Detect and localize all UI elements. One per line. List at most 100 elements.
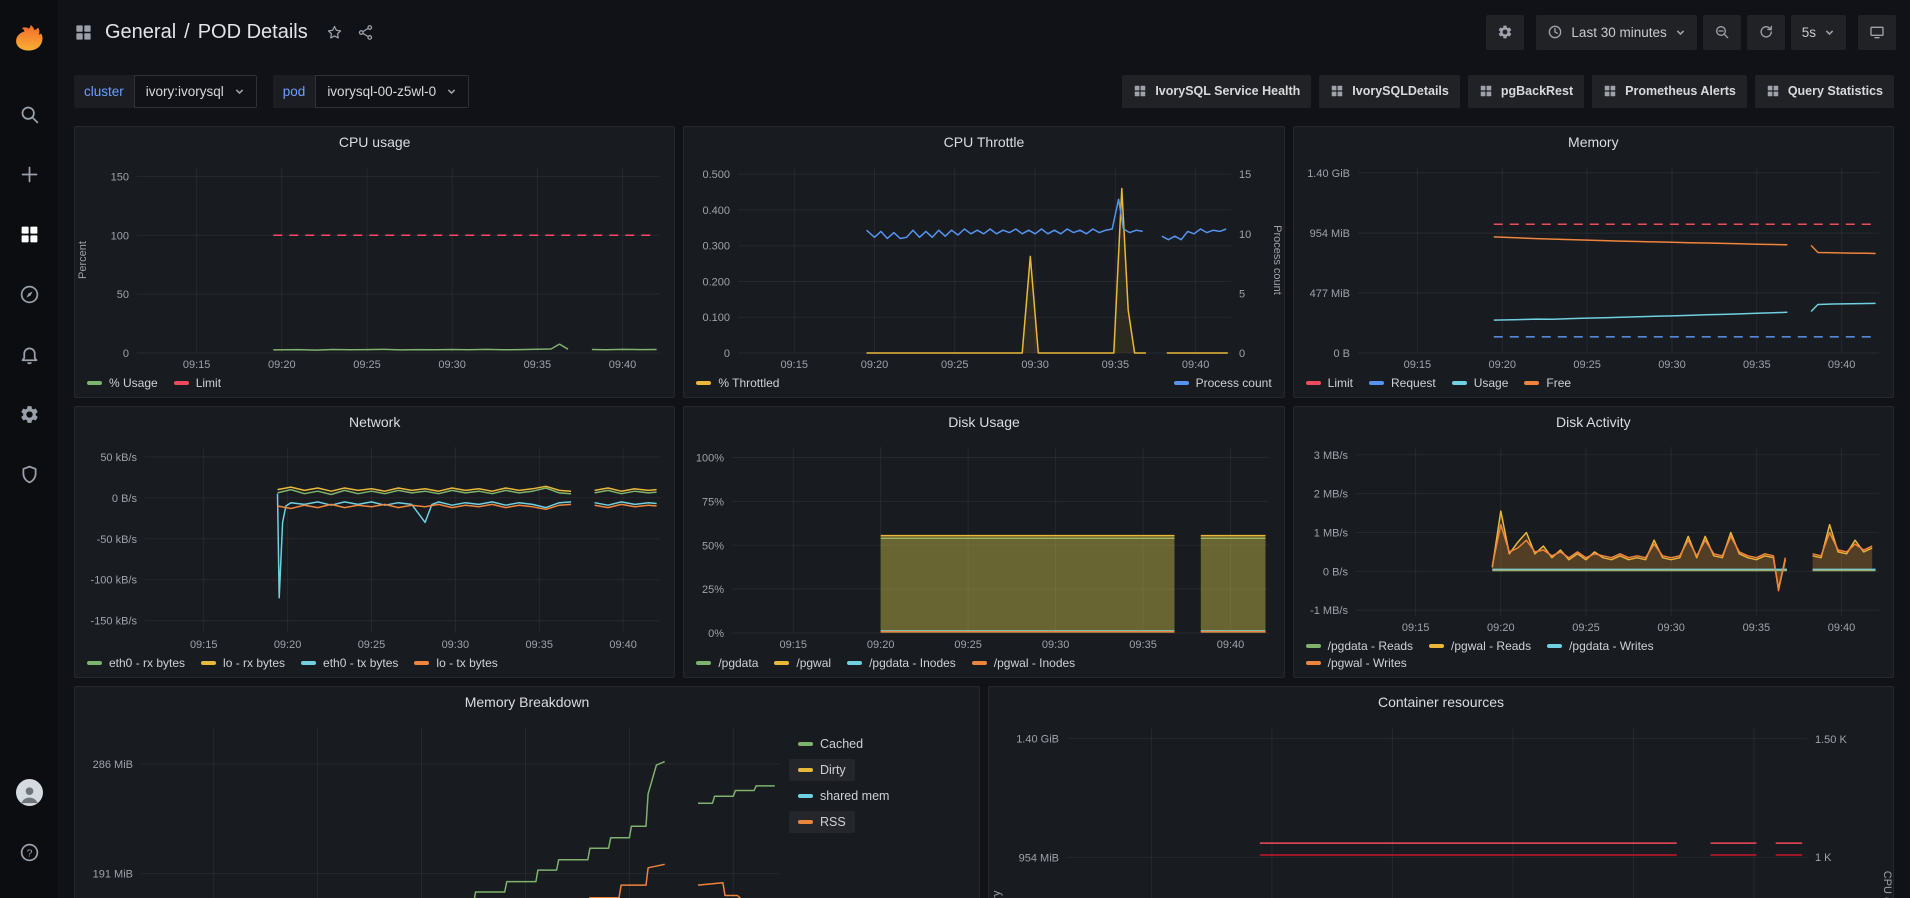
- panel-title[interactable]: Disk Usage: [684, 407, 1283, 437]
- link-ivorysqldetails[interactable]: IvorySQLDetails: [1319, 75, 1460, 108]
- variable-pod-value[interactable]: ivorysql-00-z5wl-0: [315, 75, 469, 108]
- panel-title[interactable]: CPU Throttle: [684, 127, 1283, 157]
- legend-item-process-count[interactable]: Process count: [1174, 376, 1272, 390]
- side-menu: ?: [0, 0, 58, 898]
- legend-item--throttled[interactable]: % Throttled: [696, 376, 779, 390]
- zoom-out-icon: [1714, 24, 1730, 40]
- star-icon[interactable]: [326, 24, 343, 41]
- gear-icon: [1497, 24, 1513, 40]
- legend-item-eth0-rx-bytes[interactable]: eth0 - rx bytes: [87, 656, 185, 670]
- refresh-button[interactable]: [1747, 15, 1785, 50]
- time-series-graph[interactable]: 09:1509:2009:2509:3009:3509:400 B95.4 Mi…: [75, 717, 789, 898]
- panel-cpu-throttle: CPU Throttle 09:1509:2009:2509:3009:3509…: [683, 126, 1284, 398]
- legend-item--pgwal-reads[interactable]: /pgwal - Reads: [1429, 639, 1531, 653]
- series-color-swatch: [1306, 381, 1321, 385]
- svg-text:09:35: 09:35: [525, 639, 553, 651]
- legend-item-eth0-tx-bytes[interactable]: eth0 - tx bytes: [301, 656, 398, 670]
- series-color-swatch: [1306, 644, 1321, 648]
- legend-item-dirty[interactable]: Dirty: [789, 759, 855, 781]
- svg-text:5: 5: [1239, 288, 1245, 300]
- refresh-interval-picker[interactable]: 5s: [1791, 15, 1846, 50]
- legend-item--usage[interactable]: % Usage: [87, 376, 158, 390]
- legend-item-usage[interactable]: Usage: [1452, 376, 1509, 390]
- series-color-swatch: [1547, 644, 1562, 648]
- link-label: Query Statistics: [1788, 84, 1883, 98]
- time-series-graph[interactable]: 09:1509:2009:2509:3009:3509:4050 kB/s0 B…: [75, 437, 674, 654]
- legend-item--pgwal[interactable]: /pgwal: [774, 656, 831, 670]
- legend-item-shared-mem[interactable]: shared mem: [789, 785, 898, 807]
- legend-item-lo-rx-bytes[interactable]: lo - rx bytes: [201, 656, 285, 670]
- time-range-picker[interactable]: Last 30 minutes: [1536, 15, 1696, 50]
- svg-text:50 kB/s: 50 kB/s: [100, 452, 137, 464]
- legend-label: Limit: [196, 376, 221, 390]
- dashboard-settings-button[interactable]: [1486, 15, 1524, 50]
- variable-cluster-label: cluster: [74, 75, 134, 108]
- search-icon[interactable]: [0, 84, 58, 144]
- zoom-out-button[interactable]: [1703, 15, 1741, 50]
- svg-text:Process count: Process count: [1271, 225, 1283, 295]
- legend-label: Free: [1546, 376, 1571, 390]
- time-series-graph[interactable]: 09:1509:2009:2509:3009:3509:400%25%50%75…: [684, 437, 1283, 654]
- svg-text:1.50 K: 1.50 K: [1815, 734, 1847, 746]
- time-series-graph[interactable]: 09:1509:2009:2509:3009:3509:400 B477 MiB…: [989, 717, 1893, 898]
- svg-text:0: 0: [724, 348, 730, 360]
- help-icon[interactable]: ?: [0, 822, 58, 882]
- time-range-label: Last 30 minutes: [1571, 25, 1666, 40]
- legend-item-lo-tx-bytes[interactable]: lo - tx bytes: [414, 656, 497, 670]
- legend-item--pgwal-inodes[interactable]: /pgwal - Inodes: [972, 656, 1075, 670]
- link-query-statistics[interactable]: Query Statistics: [1755, 75, 1894, 108]
- time-series-graph[interactable]: 09:1509:2009:2509:3009:3509:400 B477 MiB…: [1294, 157, 1893, 374]
- svg-text:09:15: 09:15: [1402, 622, 1430, 634]
- dashboard-grid-icon: [1479, 84, 1493, 98]
- link-label: IvorySQLDetails: [1352, 84, 1449, 98]
- series-color-swatch: [798, 742, 813, 746]
- time-series-graph[interactable]: 09:1509:2009:2509:3009:3509:4000.1000.20…: [684, 157, 1283, 374]
- legend-item--pgdata-writes[interactable]: /pgdata - Writes: [1547, 639, 1653, 653]
- alerting-bell-icon[interactable]: [0, 324, 58, 384]
- configuration-gear-icon[interactable]: [0, 384, 58, 444]
- cycle-view-mode-button[interactable]: [1858, 15, 1896, 50]
- panel-title[interactable]: CPU usage: [75, 127, 674, 157]
- legend-item-limit[interactable]: Limit: [1306, 376, 1353, 390]
- chevron-down-icon: [1824, 27, 1835, 38]
- svg-text:09:15: 09:15: [190, 639, 218, 651]
- legend-item-request[interactable]: Request: [1369, 376, 1436, 390]
- link-pgbackrest[interactable]: pgBackRest: [1468, 75, 1584, 108]
- link-ivorysql-service-health[interactable]: IvorySQL Service Health: [1122, 75, 1311, 108]
- panel-title[interactable]: Disk Activity: [1294, 407, 1893, 437]
- panel-title[interactable]: Container resources: [989, 687, 1893, 717]
- panel-title[interactable]: Memory Breakdown: [75, 687, 979, 717]
- time-series-graph[interactable]: 09:1509:2009:2509:3009:3509:40050100150P…: [75, 157, 674, 374]
- legend-item-free[interactable]: Free: [1524, 376, 1571, 390]
- svg-text:09:40: 09:40: [1828, 359, 1856, 371]
- legend-item--pgwal-writes[interactable]: /pgwal - Writes: [1306, 656, 1407, 670]
- user-avatar[interactable]: [0, 762, 58, 822]
- svg-text:2 MB/s: 2 MB/s: [1313, 489, 1348, 501]
- legend-item-limit[interactable]: Limit: [174, 376, 221, 390]
- link-prometheus-alerts[interactable]: Prometheus Alerts: [1592, 75, 1747, 108]
- legend-item--pgdata-inodes[interactable]: /pgdata - Inodes: [847, 656, 956, 670]
- svg-text:-50 kB/s: -50 kB/s: [97, 534, 138, 546]
- svg-text:09:30: 09:30: [1022, 359, 1050, 371]
- panel-title[interactable]: Memory: [1294, 127, 1893, 157]
- svg-text:50: 50: [117, 289, 129, 301]
- svg-text:1.40 GiB: 1.40 GiB: [1016, 733, 1059, 745]
- server-admin-shield-icon[interactable]: [0, 444, 58, 504]
- breadcrumb-folder[interactable]: General: [105, 21, 176, 44]
- legend-item--pgdata[interactable]: /pgdata: [696, 656, 758, 670]
- series-color-swatch: [414, 661, 429, 665]
- legend-item-rss[interactable]: RSS: [789, 811, 855, 833]
- explore-compass-icon[interactable]: [0, 264, 58, 324]
- panel-legend: eth0 - rx bytes lo - rx bytes eth0 - tx by…: [75, 654, 674, 677]
- variable-cluster-value[interactable]: ivory:ivorysql: [134, 75, 257, 108]
- legend-item-cached[interactable]: Cached: [789, 733, 872, 755]
- create-plus-icon[interactable]: [0, 144, 58, 204]
- share-icon[interactable]: [357, 24, 374, 41]
- panel-title[interactable]: Network: [75, 407, 674, 437]
- grafana-logo-icon[interactable]: [0, 8, 58, 66]
- legend-item--pgdata-reads[interactable]: /pgdata - Reads: [1306, 639, 1413, 653]
- time-series-graph[interactable]: 09:1509:2009:2509:3009:3509:40-1 MB/s0 B…: [1294, 437, 1893, 637]
- svg-text:1.40 GiB: 1.40 GiB: [1307, 168, 1350, 180]
- svg-text:09:35: 09:35: [1742, 622, 1770, 634]
- dashboards-icon[interactable]: [0, 204, 58, 264]
